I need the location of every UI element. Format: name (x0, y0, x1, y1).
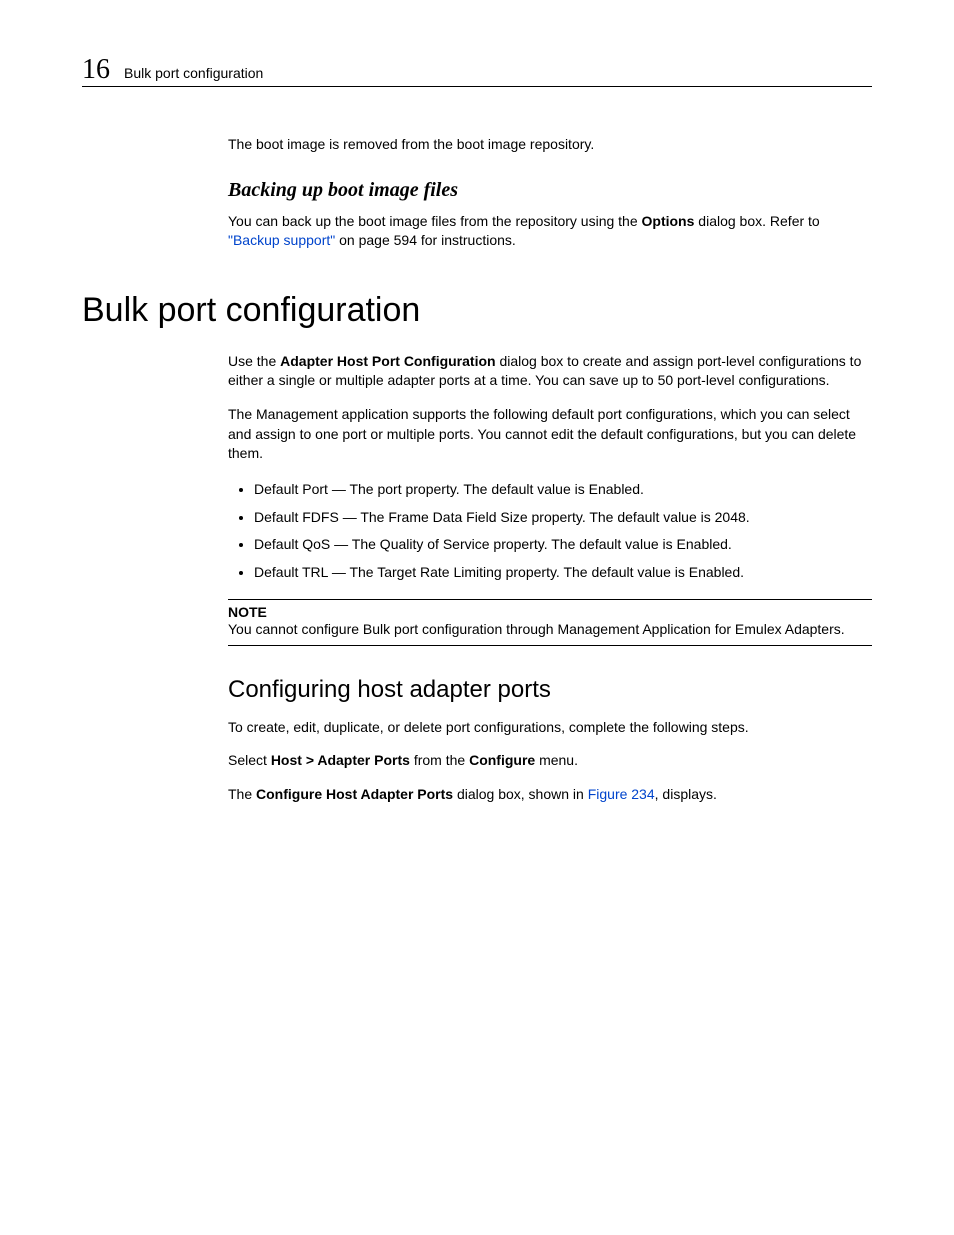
text-bold-host-adapter-ports: Host > Adapter Ports (271, 752, 410, 768)
config-paragraph-1: To create, edit, duplicate, or delete po… (228, 718, 872, 738)
text-run: dialog box. Refer to (694, 213, 819, 229)
text-bold-configure: Configure (469, 752, 535, 768)
page-header: 16 Bulk port configuration (82, 56, 872, 87)
text-run: You can back up the boot image files fro… (228, 213, 642, 229)
config-paragraph-3: The Configure Host Adapter Ports dialog … (228, 785, 872, 805)
list-item: Default TRL — The Target Rate Limiting p… (254, 561, 872, 585)
text-run: Use the (228, 353, 280, 369)
content-column: Use the Adapter Host Port Configuration … (228, 352, 872, 805)
heading-configuring-host-adapter-ports: Configuring host adapter ports (228, 676, 872, 704)
chapter-number: 16 (82, 56, 110, 84)
text-run: Select (228, 752, 271, 768)
list-item: Default FDFS — The Frame Data Field Size… (254, 506, 872, 530)
text-run: menu. (535, 752, 578, 768)
heading-bulk-port-configuration: Bulk port configuration (82, 291, 872, 330)
link-backup-support[interactable]: "Backup support" (228, 232, 335, 248)
text-bold-options: Options (642, 213, 695, 229)
default-config-list: Default Port — The port property. The de… (228, 478, 872, 585)
note-text: You cannot configure Bulk port configura… (228, 620, 872, 639)
text-run: , displays. (655, 786, 717, 802)
bulk-paragraph-1: Use the Adapter Host Port Configuration … (228, 352, 872, 391)
text-run: The (228, 786, 256, 802)
header-title: Bulk port configuration (124, 65, 263, 82)
text-bold-adapter-host: Adapter Host Port Configuration (280, 353, 495, 369)
config-paragraph-2: Select Host > Adapter Ports from the Con… (228, 751, 872, 771)
content-column: The boot image is removed from the boot … (228, 135, 872, 251)
text-bold-config-host-ports: Configure Host Adapter Ports (256, 786, 453, 802)
text-run: on page 594 for instructions. (335, 232, 516, 248)
backing-paragraph: You can back up the boot image files fro… (228, 212, 872, 251)
intro-paragraph: The boot image is removed from the boot … (228, 135, 872, 155)
text-run: dialog box, shown in (453, 786, 588, 802)
text-run: from the (410, 752, 469, 768)
list-item: Default QoS — The Quality of Service pro… (254, 533, 872, 557)
list-item: Default Port — The port property. The de… (254, 478, 872, 502)
link-figure-234[interactable]: Figure 234 (588, 786, 655, 802)
heading-backing-up: Backing up boot image files (228, 179, 872, 202)
note-box: NOTE You cannot configure Bulk port conf… (228, 599, 872, 646)
bulk-paragraph-2: The Management application supports the … (228, 405, 872, 464)
document-page: 16 Bulk port configuration The boot imag… (0, 0, 954, 859)
note-label: NOTE (228, 604, 872, 620)
